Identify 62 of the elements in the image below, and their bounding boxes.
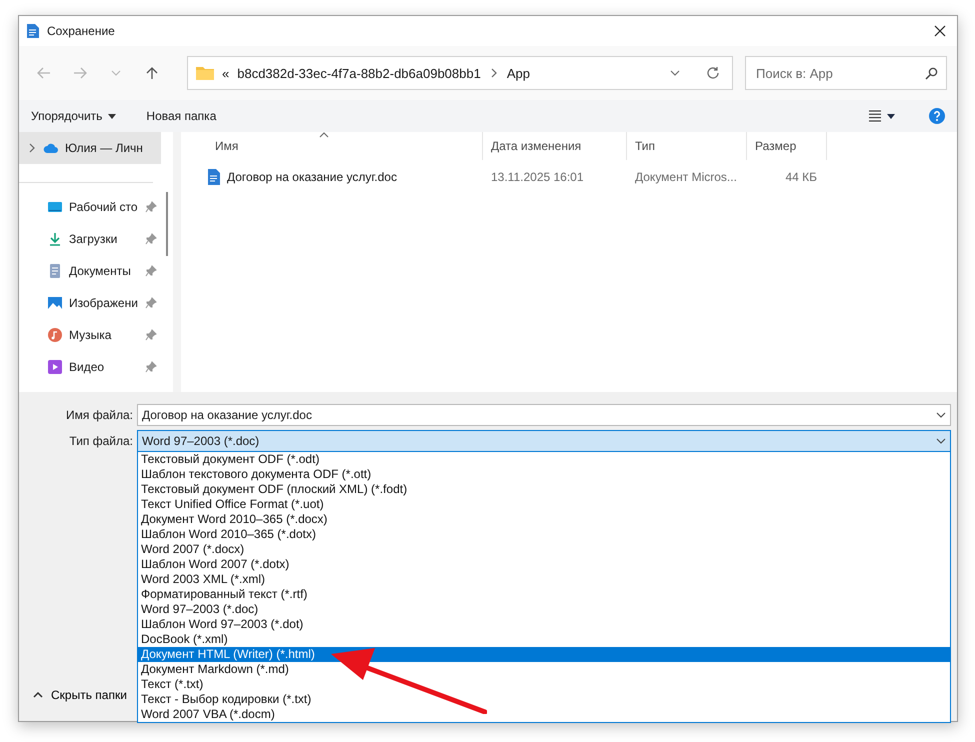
- chevron-icon: [111, 70, 121, 76]
- document-icon: [47, 263, 63, 279]
- path-crumb[interactable]: b8cd382d-33ec-4f7a-88b2-db6a09b08bb1: [237, 66, 481, 80]
- forward-arrow-icon: [73, 67, 87, 79]
- caret-icon: [108, 114, 116, 118]
- field-label: Имя файла:: [65, 408, 134, 422]
- chevron-icon: [33, 692, 43, 698]
- sidebar-item[interactable]: Рабочий сто: [19, 191, 161, 223]
- refresh-icon[interactable]: [706, 66, 720, 80]
- sidebar-item[interactable]: Загрузки: [19, 223, 161, 255]
- column-header[interactable]: Дата изменения: [483, 132, 627, 160]
- overflow-crumb[interactable]: «: [222, 66, 230, 80]
- pin-icon[interactable]: [145, 233, 157, 245]
- help-button[interactable]: [929, 108, 945, 124]
- field-label: Тип файла:: [68, 434, 134, 448]
- type-cell-text: Документ Micros...: [634, 170, 738, 184]
- address-bar[interactable]: « b8cd382d-33ec-4f7a-88b2-db6a09b08bb1 App: [187, 56, 733, 90]
- pin-icon[interactable]: [145, 361, 157, 373]
- search-icon: [925, 66, 938, 80]
- chevron-icon: [488, 68, 499, 78]
- sidebar-item[interactable]: Музыка: [19, 319, 161, 351]
- pin-icon[interactable]: [145, 297, 157, 309]
- organize-button[interactable]: Упорядочить: [31, 109, 116, 123]
- video-icon: [47, 359, 63, 375]
- close-icon: [934, 25, 946, 37]
- pin-icon[interactable]: [145, 201, 157, 213]
- chevron-icon: [27, 143, 37, 153]
- hide-folders-button[interactable]: Скрыть папки: [27, 687, 133, 703]
- date-cell-text: 13.11.2025 16:01: [490, 170, 585, 184]
- sidebar-item[interactable]: Юлия — Личн: [19, 132, 161, 164]
- scrollbar-thumb[interactable]: [166, 192, 168, 256]
- chevron-icon: [936, 438, 946, 444]
- new-folder-button[interactable]: Новая папка: [146, 109, 216, 123]
- file-name-cell[interactable]: Договор на оказание услуг.doc: [207, 169, 483, 185]
- list-option[interactable]: Документ HTML (Writer) (*.html): [138, 647, 950, 662]
- file-type-dropdown[interactable]: Word 97–2003 (*.doc): [137, 430, 951, 452]
- download-icon: [47, 231, 63, 247]
- music-icon: [47, 327, 63, 343]
- up-arrow-icon: [146, 66, 158, 80]
- picture-icon: [47, 295, 63, 311]
- column-header[interactable]: Размер: [747, 132, 827, 160]
- document-icon: [207, 169, 221, 185]
- view-button[interactable]: [869, 110, 895, 122]
- search-field[interactable]: Поиск в: App: [745, 56, 947, 90]
- chevron-icon[interactable]: [936, 412, 946, 418]
- size-cell-text: 44 КБ: [784, 170, 818, 184]
- file-name-field[interactable]: Договор на оказание услуг.doc: [137, 404, 951, 426]
- sidebar-item[interactable]: Документы: [19, 255, 161, 287]
- pin-icon[interactable]: [145, 265, 157, 277]
- window-title: Сохранение: [47, 24, 116, 38]
- dropdown-icon[interactable]: [670, 70, 680, 76]
- document-icon: [27, 24, 39, 38]
- pin-icon[interactable]: [145, 329, 157, 341]
- sidebar-item[interactable]: Изображени: [19, 287, 161, 319]
- column-header[interactable]: Тип: [627, 132, 747, 160]
- desktop-icon: [47, 199, 63, 215]
- path-crumb[interactable]: App: [506, 66, 530, 80]
- back-arrow-icon: [37, 67, 51, 79]
- folder-icon: [196, 66, 214, 80]
- help-icon: [929, 108, 945, 124]
- sidebar-item[interactable]: Видео: [19, 351, 161, 383]
- column-header[interactable]: Имя: [207, 132, 483, 160]
